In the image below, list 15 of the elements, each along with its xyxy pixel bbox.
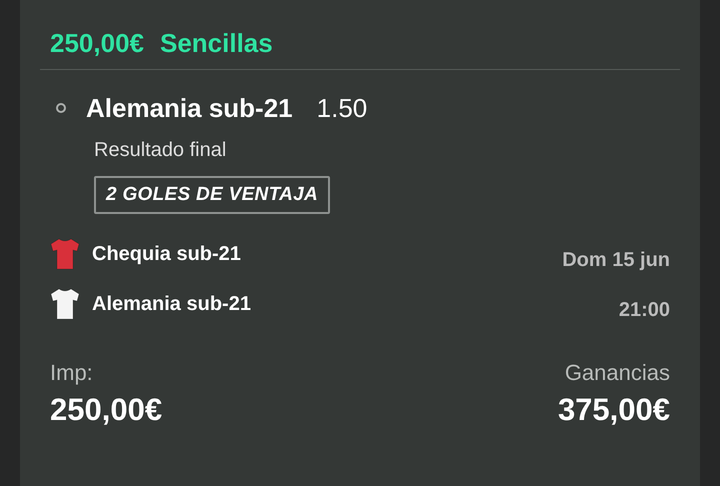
radio-button[interactable] bbox=[56, 103, 66, 113]
winnings-label: Ganancias bbox=[564, 360, 670, 386]
team-name: Chequia sub-21 bbox=[92, 242, 242, 267]
match-info: Dom 15 jun bbox=[562, 248, 670, 273]
stake-label: Imp: bbox=[50, 360, 94, 386]
stake-amount: 250,00€ bbox=[50, 27, 144, 60]
team-name: Alemania sub-21 bbox=[92, 292, 252, 317]
winnings-value: 375,00€ bbox=[558, 392, 670, 428]
match-info: 21:00 bbox=[618, 298, 670, 323]
market-name: Resultado final bbox=[93, 138, 228, 162]
promo-badge: 2 GOLES DE VENTAJA bbox=[94, 176, 330, 214]
selection-name: Alemania sub-21 bbox=[86, 92, 293, 124]
stake-value: 250,00€ bbox=[50, 392, 162, 428]
bet-type: Sencillas bbox=[160, 27, 273, 60]
odds: 1.50 bbox=[316, 92, 368, 124]
